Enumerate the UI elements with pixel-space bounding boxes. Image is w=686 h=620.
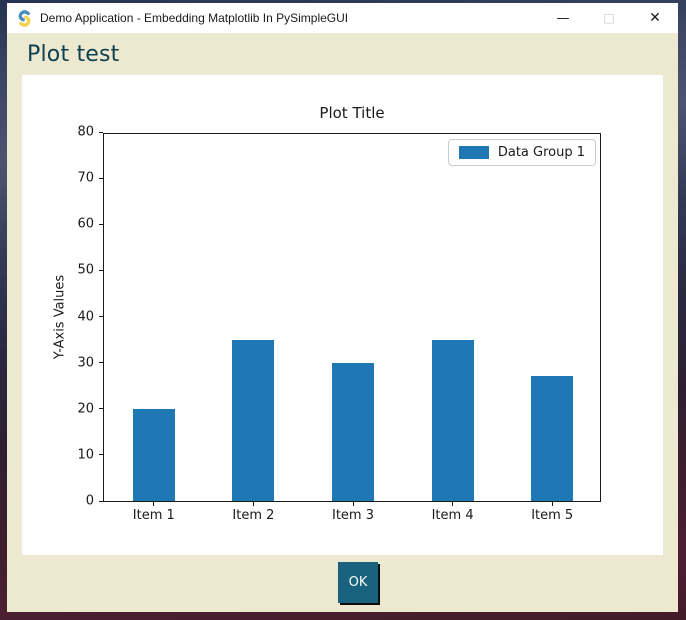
titlebar: Demo Application - Embedding Matplotlib …	[7, 3, 678, 33]
legend-swatch	[459, 146, 489, 159]
y-tick-mark	[99, 408, 103, 409]
y-tick-label: 80	[56, 126, 94, 139]
close-button[interactable]: ✕	[632, 3, 678, 33]
y-tick-label: 60	[56, 218, 94, 231]
x-tick-mark	[253, 502, 254, 506]
y-tick-mark	[99, 224, 103, 225]
window-title: Demo Application - Embedding Matplotlib …	[40, 11, 348, 25]
y-tick-mark	[99, 454, 103, 455]
bar-item-4	[432, 340, 474, 501]
x-tick-mark	[452, 502, 453, 506]
x-tick-label: Item 5	[512, 508, 592, 523]
chart-title: Plot Title	[103, 104, 601, 122]
minimize-button[interactable]: —	[540, 3, 586, 33]
legend-label: Data Group 1	[498, 145, 585, 160]
page-title: Plot test	[27, 42, 120, 67]
x-tick-mark	[353, 502, 354, 506]
bar-item-1	[133, 409, 175, 501]
bar-item-2	[232, 340, 274, 501]
x-tick-mark	[552, 502, 553, 506]
app-window: Demo Application - Embedding Matplotlib …	[7, 3, 678, 612]
bar-item-3	[332, 363, 374, 501]
y-tick-label: 40	[56, 310, 94, 323]
maximize-button[interactable]: □	[586, 3, 632, 33]
y-tick-mark	[99, 132, 103, 133]
window-controls: — □ ✕	[540, 3, 678, 33]
y-tick-mark	[99, 362, 103, 363]
y-tick-mark	[99, 501, 103, 502]
x-tick-label: Item 1	[114, 508, 194, 523]
y-tick-label: 70	[56, 172, 94, 185]
y-tick-label: 10	[56, 448, 94, 461]
x-tick-mark	[153, 502, 154, 506]
x-tick-label: Item 4	[413, 508, 493, 523]
y-tick-label: 0	[56, 495, 94, 508]
y-tick-mark	[99, 270, 103, 271]
matplotlib-canvas: Plot Title Y-Axis Values Data Group 1 01…	[22, 75, 663, 555]
y-tick-label: 30	[56, 356, 94, 369]
x-tick-label: Item 2	[213, 508, 293, 523]
bar-item-5	[531, 376, 573, 501]
x-tick-label: Item 3	[313, 508, 393, 523]
y-tick-label: 20	[56, 402, 94, 415]
legend: Data Group 1	[448, 139, 596, 166]
y-tick-mark	[99, 178, 103, 179]
y-tick-mark	[99, 316, 103, 317]
y-tick-label: 50	[56, 264, 94, 277]
pysimplegui-logo-icon	[16, 10, 33, 27]
ok-button[interactable]: OK	[338, 562, 378, 603]
axes-area: Data Group 1 01020304050607080Item 1Item…	[103, 133, 601, 502]
